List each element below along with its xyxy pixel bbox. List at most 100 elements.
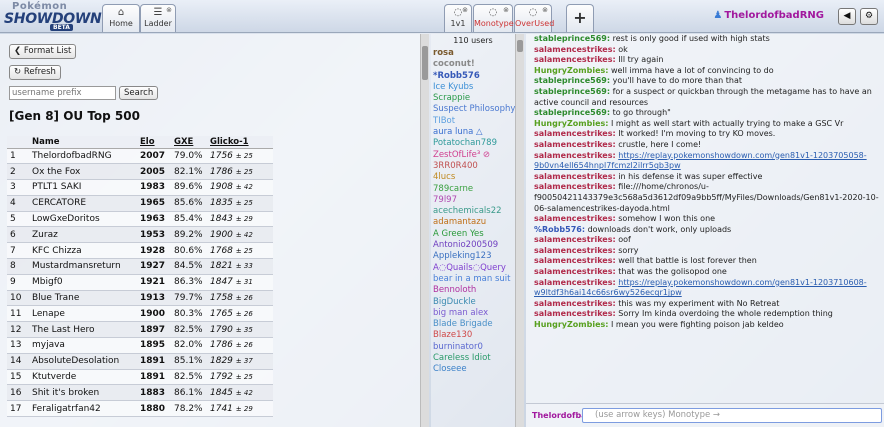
col-elo[interactable]: Elo	[137, 136, 171, 149]
user-list-item[interactable]: *Robb576	[431, 71, 515, 82]
user-list-item[interactable]: adamantazu	[431, 217, 515, 228]
player-name[interactable]: Blue Trane	[29, 290, 137, 307]
chat-user[interactable]: salamencestrikes:	[534, 299, 616, 308]
player-name[interactable]: myjava	[29, 337, 137, 354]
user-list-item[interactable]: Appleking123	[431, 251, 515, 262]
chat-message-input[interactable]: (use arrow keys) Monotype →	[582, 408, 882, 423]
user-list-item[interactable]: Closeee	[431, 364, 515, 375]
close-icon[interactable]: ⊗	[503, 6, 509, 14]
user-list-item[interactable]: A◌Quails◌Query	[431, 263, 515, 274]
chat-user[interactable]: salamencestrikes:	[534, 55, 616, 64]
tab-home[interactable]: ⌂ Home	[102, 4, 140, 32]
close-icon[interactable]: ⊗	[166, 6, 172, 14]
user-list-item[interactable]: Bennoloth	[431, 285, 515, 296]
user-list-item[interactable]: big man alex	[431, 308, 515, 319]
ladder-row: 17 Feraligatrfan42 1880 78.2% 1741 ± 29	[7, 400, 273, 418]
user-list-item[interactable]: A Green Yes	[431, 229, 515, 240]
tab-room-1v1[interactable]: ⊗ ◌ 1v1	[444, 4, 472, 32]
player-name[interactable]: LowGxeDoritos	[29, 211, 137, 228]
player-name[interactable]: CERCATORE	[29, 195, 137, 212]
tab-room-monotype[interactable]: ⊗ ◌ Monotype	[473, 4, 514, 32]
chat-user[interactable]: salamencestrikes:	[534, 256, 616, 265]
gxe: 82.5%	[171, 369, 207, 386]
player-name[interactable]: ThelordofbadRNG	[29, 148, 137, 165]
user-list-item[interactable]: Blaze130	[431, 330, 515, 341]
user-list-item[interactable]: rosa	[431, 48, 515, 59]
search-button[interactable]: Search	[119, 86, 159, 100]
player-name[interactable]: Shit it's broken	[29, 384, 137, 402]
chat-user[interactable]: salamencestrikes:	[534, 182, 616, 191]
col-glicko[interactable]: Glicko-1	[207, 136, 273, 149]
add-tab-button[interactable]: +	[566, 4, 594, 32]
chat-user[interactable]: stableprince569:	[534, 34, 610, 43]
player-name[interactable]: The Last Hero	[29, 321, 137, 339]
username-search-input[interactable]	[9, 86, 116, 100]
chat-user[interactable]: HungryZombies:	[534, 66, 608, 75]
col-gxe[interactable]: GXE	[171, 136, 207, 149]
options-button[interactable]: ⚙	[860, 8, 878, 25]
chat-user[interactable]: stableprince569:	[534, 76, 610, 85]
chat-user[interactable]: salamencestrikes:	[534, 246, 616, 255]
player-name[interactable]: AbsoluteDesolation	[29, 353, 137, 370]
tab-room-overused[interactable]: ⊗ ◌ OverUsed	[514, 4, 554, 32]
chat-user[interactable]: salamencestrikes:	[534, 129, 616, 138]
player-name[interactable]: PTLT1 SAKI	[29, 179, 137, 196]
user-list-item[interactable]: burninator0	[431, 342, 515, 353]
volume-button[interactable]: ◀	[838, 8, 856, 25]
user-list-item[interactable]: coconut!	[431, 59, 515, 70]
chat-user[interactable]: salamencestrikes:	[534, 214, 616, 223]
chat-user[interactable]: salamencestrikes:	[534, 235, 616, 244]
player-name[interactable]: Mustardmansreturn	[29, 258, 137, 275]
player-name[interactable]: Lenape	[29, 305, 137, 323]
chat-user[interactable]: salamencestrikes:	[534, 267, 616, 276]
chat-user[interactable]: salamencestrikes:	[534, 140, 616, 149]
chat-user[interactable]: salamencestrikes:	[534, 309, 616, 318]
user-list-item[interactable]: bear in a man suit	[431, 274, 515, 285]
user-list-item[interactable]: aura luna △	[431, 127, 515, 138]
user-list-item[interactable]: Potatochan789	[431, 138, 515, 149]
scrollbar-thumb[interactable]	[422, 46, 428, 80]
chat-user[interactable]: HungryZombies:	[534, 320, 608, 329]
refresh-button[interactable]: ↻ Refresh	[9, 65, 61, 80]
user-list-item[interactable]: ZestOfLife³ ⊘	[431, 150, 515, 161]
ladder-scrollbar[interactable]	[420, 34, 429, 427]
chat-username[interactable]: Thelordofba	[532, 411, 587, 420]
user-list-item[interactable]: BigDuckle	[431, 297, 515, 308]
user-list-item[interactable]: Antonio200509	[431, 240, 515, 251]
chat-user[interactable]: stableprince569:	[534, 108, 610, 117]
user-list-item[interactable]: TIBot	[431, 116, 515, 127]
chat-user[interactable]: salamencestrikes:	[534, 172, 616, 181]
user-list-item[interactable]: Careless Idiot	[431, 353, 515, 364]
user-list-item[interactable]: 789carne	[431, 184, 515, 195]
chat-user[interactable]: salamencestrikes:	[534, 278, 616, 287]
player-name[interactable]: Ktutverde	[29, 369, 137, 386]
user-list-item[interactable]: Suspect Philosophy	[431, 104, 515, 115]
format-list-button[interactable]: ❮ Format List	[9, 44, 77, 59]
player-name[interactable]: Feraligatrfan42	[29, 400, 137, 418]
user-list-item[interactable]: 3RR0R400	[431, 161, 515, 172]
player-name[interactable]: Ox the Fox	[29, 163, 137, 181]
user-name: Potatochan789	[433, 138, 497, 149]
player-name[interactable]: Mbigf0	[29, 274, 137, 291]
user-list-item[interactable]: Blade Brigade	[431, 319, 515, 330]
userlist-scrollbar[interactable]	[515, 34, 524, 427]
user-list-item[interactable]: 4lucs	[431, 172, 515, 183]
chat-message: stableprince569: for a suspect or quickb…	[526, 87, 884, 108]
player-name[interactable]: Zuraz	[29, 226, 137, 244]
user-list-item[interactable]: 79l97	[431, 195, 515, 206]
user-list-item[interactable]: acechemicals22	[431, 206, 515, 217]
chat-user[interactable]: salamencestrikes:	[534, 45, 616, 54]
chat-user[interactable]: %Robb576:	[534, 225, 585, 234]
chat-user[interactable]: salamencestrikes:	[534, 151, 616, 160]
showdown-logo[interactable]: Pokémon SHOWDOWN! BETA	[4, 1, 108, 32]
user-menu[interactable]: ♟ ThelordofbadRNG	[713, 10, 824, 21]
chat-user[interactable]: stableprince569:	[534, 87, 610, 96]
player-name[interactable]: KFC Chizza	[29, 242, 137, 260]
scrollbar-thumb[interactable]	[517, 40, 523, 52]
close-icon[interactable]: ⊗	[542, 6, 548, 14]
user-list-item[interactable]: Scrappie	[431, 93, 515, 104]
chat-user[interactable]: HungryZombies:	[534, 119, 608, 128]
user-list-item[interactable]: Ice Kyubs	[431, 82, 515, 93]
tab-ladder[interactable]: ⊗ ☰ Ladder	[140, 4, 176, 32]
close-icon[interactable]: ⊗	[462, 6, 468, 14]
